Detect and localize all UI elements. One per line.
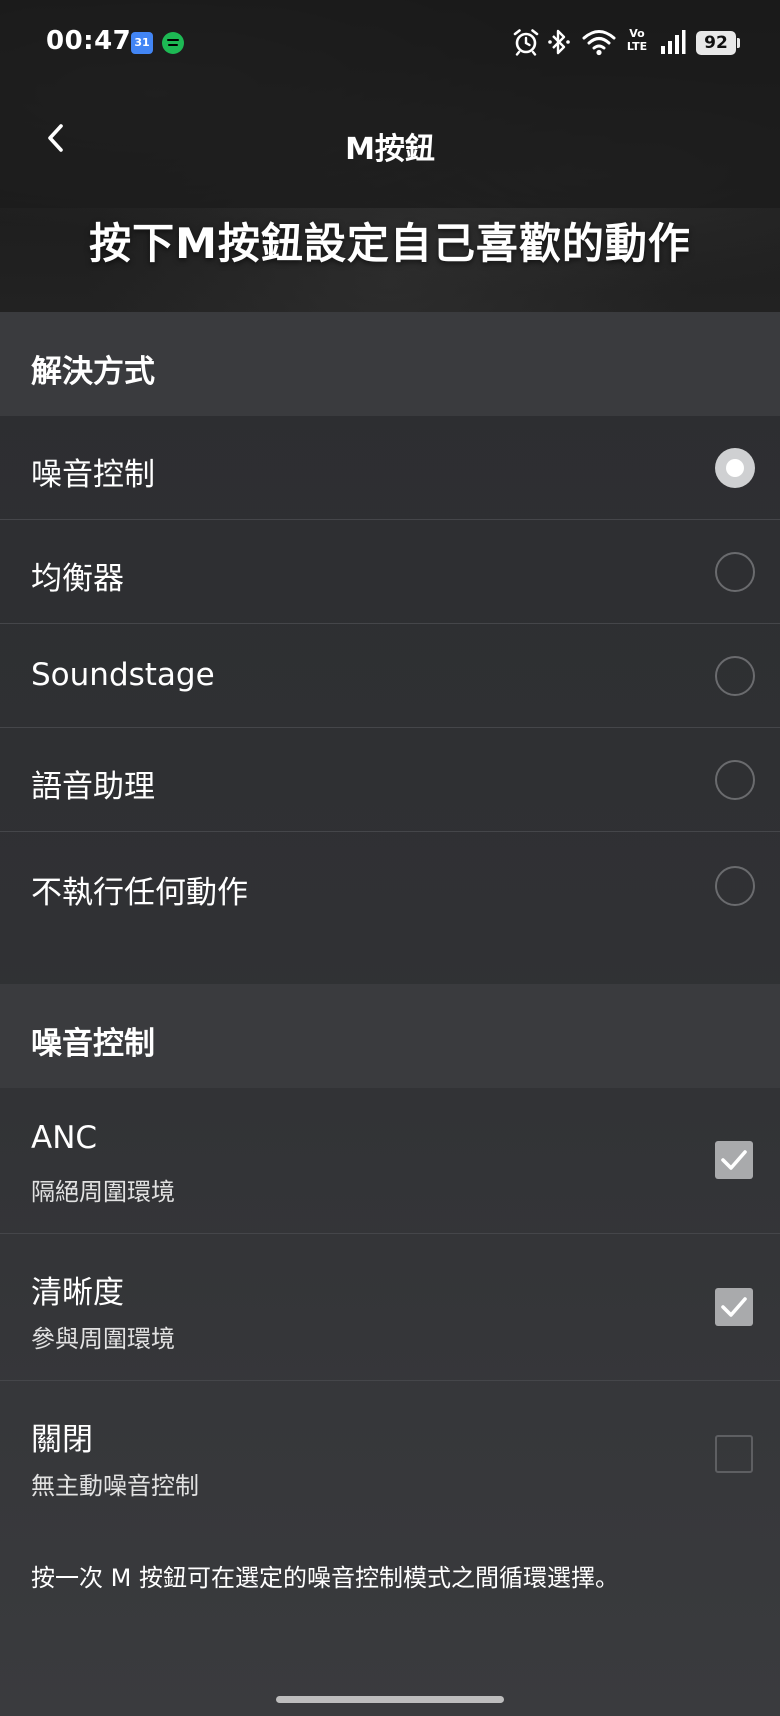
battery-tip bbox=[737, 38, 740, 48]
option-row-no-action[interactable]: 不執行任何動作 bbox=[0, 834, 780, 938]
mode-subtitle: 隔絕周圍環境 bbox=[31, 1178, 175, 1206]
home-indicator[interactable] bbox=[276, 1696, 504, 1703]
wifi-icon bbox=[582, 30, 616, 56]
check-icon bbox=[721, 1297, 747, 1317]
option-label: 語音助理 bbox=[31, 769, 155, 805]
section-title: 解決方式 bbox=[31, 354, 155, 390]
volte-label-bottom: LTE bbox=[626, 40, 648, 53]
mode-title: ANC bbox=[31, 1120, 98, 1156]
option-label: 不執行任何動作 bbox=[31, 875, 248, 911]
status-time: 00:47 bbox=[46, 26, 132, 56]
option-row-soundstage[interactable]: Soundstage bbox=[0, 624, 780, 728]
mode-row-clarity[interactable]: 清晰度 參與周圍環境 bbox=[0, 1235, 780, 1381]
checkbox-checked[interactable] bbox=[715, 1141, 753, 1179]
radio-button-selected[interactable] bbox=[715, 448, 755, 488]
hero-title: 按下M按鈕設定自己喜歡的動作 bbox=[89, 219, 691, 268]
radio-button[interactable] bbox=[715, 552, 755, 592]
radio-button[interactable] bbox=[715, 656, 755, 696]
noise-control-footnote: 按一次 M 按鈕可在選定的噪音控制模式之間循環選擇。 bbox=[31, 1564, 619, 1592]
volte-icon: Vo LTE bbox=[624, 27, 650, 57]
option-row-noise-control[interactable]: 噪音控制 bbox=[0, 416, 780, 520]
status-bar: 00:47 31 Vo LTE 92 bbox=[0, 0, 780, 90]
volte-label-top: Vo bbox=[629, 27, 645, 40]
option-label: 均衡器 bbox=[31, 561, 124, 597]
section-title: 噪音控制 bbox=[31, 1026, 155, 1062]
mode-subtitle: 參與周圍環境 bbox=[31, 1325, 175, 1353]
solutions-section-header: 解決方式 bbox=[0, 312, 780, 416]
radio-button[interactable] bbox=[715, 866, 755, 906]
mode-title: 清晰度 bbox=[31, 1275, 124, 1311]
checkbox-checked[interactable] bbox=[715, 1288, 753, 1326]
mode-row-anc[interactable]: ANC 隔絕周圍環境 bbox=[0, 1088, 780, 1234]
battery-icon: 92 bbox=[696, 31, 736, 55]
noise-control-section-header: 噪音控制 bbox=[0, 984, 780, 1088]
signal-icon bbox=[661, 30, 686, 54]
calendar-icon: 31 bbox=[131, 32, 153, 54]
option-label: 噪音控制 bbox=[31, 457, 155, 493]
page-title: M按鈕 bbox=[345, 132, 435, 167]
spotify-icon bbox=[162, 32, 184, 54]
checkbox-unchecked[interactable] bbox=[715, 1435, 753, 1473]
option-row-voice-assistant[interactable]: 語音助理 bbox=[0, 728, 780, 832]
m-button-settings-screen: 00:47 31 Vo LTE 92 M按鈕 按下M按鈕設定自己喜歡的動作 解決… bbox=[0, 0, 780, 1716]
mode-row-off[interactable]: 關閉 無主動噪音控制 bbox=[0, 1382, 780, 1528]
option-label: Soundstage bbox=[31, 657, 215, 693]
option-row-equalizer[interactable]: 均衡器 bbox=[0, 520, 780, 624]
bluetooth-icon bbox=[548, 29, 570, 55]
check-icon bbox=[721, 1150, 747, 1170]
radio-button[interactable] bbox=[715, 760, 755, 800]
mode-subtitle: 無主動噪音控制 bbox=[31, 1472, 199, 1500]
alarm-icon bbox=[513, 29, 539, 56]
mode-title: 關閉 bbox=[31, 1422, 93, 1458]
